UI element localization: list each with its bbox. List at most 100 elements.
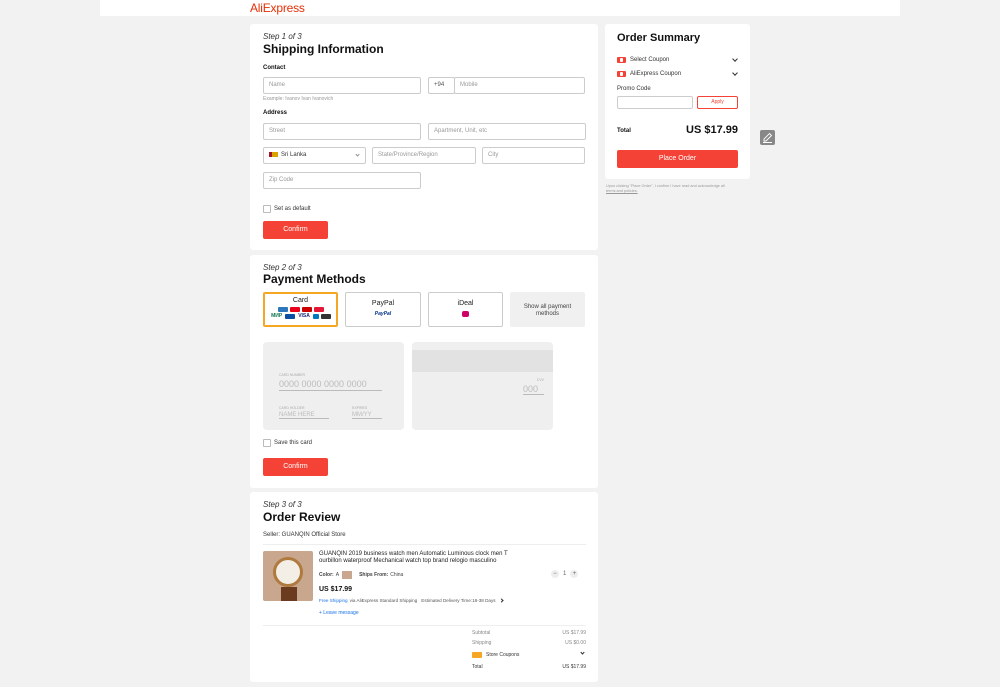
- name-input[interactable]: Name: [263, 77, 421, 94]
- watch-face-icon: [273, 557, 303, 587]
- card-holder-input[interactable]: NAME HERE: [279, 412, 329, 419]
- shipping-info: Free Shipping via AliExpress Standard Sh…: [319, 598, 504, 603]
- shipping-label: Shipping: [472, 640, 492, 646]
- seller-name[interactable]: Seller: GUANQIN Official Store: [263, 532, 346, 538]
- summary-total-value: US $17.99: [686, 124, 738, 136]
- step-label: Step 2 of 3: [263, 263, 302, 272]
- ships-from-value: China: [390, 572, 404, 578]
- chevron-down-icon: [732, 56, 738, 62]
- free-shipping-link[interactable]: Free Shipping: [319, 598, 348, 603]
- promo-code-input[interactable]: [617, 96, 693, 109]
- show-all-payment-methods[interactable]: Show all payment methods: [510, 292, 585, 327]
- mobile-input[interactable]: Mobile: [454, 77, 585, 94]
- show-all-label: Show all payment methods: [523, 304, 572, 317]
- payment-method-paypal[interactable]: PayPal PayPal: [345, 292, 421, 327]
- confirm-shipping-button[interactable]: Confirm: [263, 221, 328, 239]
- set-default-checkbox[interactable]: [263, 205, 271, 213]
- maestro-icon: [301, 307, 312, 312]
- color-value: A: [335, 572, 340, 578]
- leave-message-link[interactable]: + Leave message: [319, 610, 359, 616]
- subtotal-label: Subtotal: [472, 630, 491, 636]
- top-bar: AliExpress: [100, 0, 900, 16]
- card-number-input[interactable]: 0000 0000 0000 0000: [279, 379, 382, 391]
- product-image[interactable]: [263, 551, 313, 601]
- apartment-input[interactable]: Apartment, Unit, etc: [428, 123, 586, 140]
- disclaimer-text: Upon clicking "Place Order", I confirm I…: [606, 184, 725, 188]
- expiry-label: EXPIRES: [352, 406, 368, 410]
- shipping-method: via AliExpress Standard Shipping: [349, 598, 418, 603]
- total-label: Total: [472, 664, 483, 670]
- chevron-down-icon: [732, 70, 738, 76]
- quantity-stepper: − 1 +: [551, 570, 579, 578]
- terms-link[interactable]: terms and policies.: [606, 189, 638, 193]
- promo-code-label: Promo Code: [617, 86, 651, 92]
- save-card-label: Save this card: [274, 440, 313, 446]
- ideal-icon: [462, 311, 469, 317]
- save-card-checkbox[interactable]: [263, 439, 271, 447]
- step-label: Step 1 of 3: [263, 32, 302, 41]
- card-back-preview: CVV 000: [412, 342, 553, 430]
- minus-icon[interactable]: −: [551, 570, 559, 578]
- set-default-label: Set as default: [274, 206, 311, 212]
- chevron-right-icon[interactable]: [498, 598, 504, 603]
- amex-icon: [277, 307, 288, 312]
- place-order-button[interactable]: Place Order: [617, 150, 738, 168]
- coupon-icon: [472, 651, 482, 658]
- card-front-preview: CARD NUMBER 0000 0000 0000 0000 CARD HOL…: [263, 342, 404, 430]
- city-input[interactable]: City: [482, 147, 585, 164]
- store-coupons-row[interactable]: Store Coupons: [472, 650, 586, 659]
- product-attributes: Color: A Ships From: China: [319, 571, 403, 579]
- visa-logo: VISA: [298, 313, 310, 319]
- summary-total-label: Total: [617, 128, 631, 134]
- payment-method-card[interactable]: Card МИР VISA: [263, 292, 338, 327]
- select-coupon-label: Select Coupon: [630, 57, 670, 63]
- product-price: US $17.99: [319, 586, 353, 593]
- address-heading: Address: [263, 110, 288, 116]
- card-number-label: CARD NUMBER: [279, 373, 306, 377]
- diners-icon: [312, 314, 319, 319]
- subtotal-value: US $17.99: [562, 630, 586, 636]
- country-label: Sri Lanka: [281, 152, 307, 158]
- divider: [263, 625, 586, 626]
- aliexpress-coupon-label: AliExpress Coupon: [630, 71, 682, 77]
- discover-icon: [320, 314, 331, 319]
- state-input[interactable]: State/Province/Region: [372, 147, 476, 164]
- delivery-estimate: Estimated Delivery Time:18-38 Days: [421, 598, 496, 603]
- street-input[interactable]: Street: [263, 123, 421, 140]
- paypal-logo: PayPal: [374, 311, 392, 317]
- expiry-input[interactable]: MM/YY: [352, 412, 382, 419]
- aliexpress-logo[interactable]: AliExpress: [250, 1, 305, 15]
- plus-icon[interactable]: +: [570, 570, 579, 578]
- store-coupons-label: Store Coupons: [486, 651, 520, 658]
- phone-code-select[interactable]: +94: [428, 77, 455, 94]
- order-summary-card: Order Summary Select Coupon AliExpress C…: [605, 24, 750, 179]
- name-example-hint: Example: Ivanov Ivan Ivanovich: [263, 96, 334, 102]
- payment-method-label: Card: [292, 297, 309, 304]
- jcb-icon: [285, 314, 296, 319]
- cvv-label: CVV: [536, 378, 544, 382]
- zip-input[interactable]: Zip Code: [263, 172, 421, 189]
- quantity-value[interactable]: 1: [563, 571, 566, 577]
- total-value: US $17.99: [562, 664, 586, 670]
- aliexpress-coupon-row[interactable]: AliExpress Coupon: [617, 70, 739, 77]
- select-coupon-row[interactable]: Select Coupon: [617, 56, 739, 63]
- cvv-input[interactable]: 000: [523, 384, 544, 395]
- product-title[interactable]: GUANQIN 2019 business watch men Automati…: [319, 551, 515, 565]
- mir-logo: МИР: [271, 313, 283, 319]
- payment-card: Step 2 of 3 Payment Methods Card МИР VIS…: [250, 255, 598, 488]
- payment-method-ideal[interactable]: iDeal: [428, 292, 503, 327]
- apply-button[interactable]: Apply: [697, 96, 738, 109]
- watch-strap-icon: [281, 587, 297, 601]
- section-title: Shipping Information: [263, 42, 384, 56]
- card-holder-label: CARD HOLDER: [279, 406, 305, 410]
- edit-icon[interactable]: [760, 130, 775, 145]
- ships-from-label: Ships From:: [359, 572, 389, 578]
- color-swatch: [342, 571, 353, 579]
- unionpay-icon: [313, 307, 324, 312]
- mastercard-icon: [289, 307, 300, 312]
- coupon-icon: [617, 57, 626, 63]
- country-select[interactable]: Sri Lanka: [263, 147, 366, 164]
- confirm-payment-button[interactable]: Confirm: [263, 458, 328, 476]
- step-label: Step 3 of 3: [263, 500, 302, 509]
- shipping-value: US $0.00: [565, 640, 586, 646]
